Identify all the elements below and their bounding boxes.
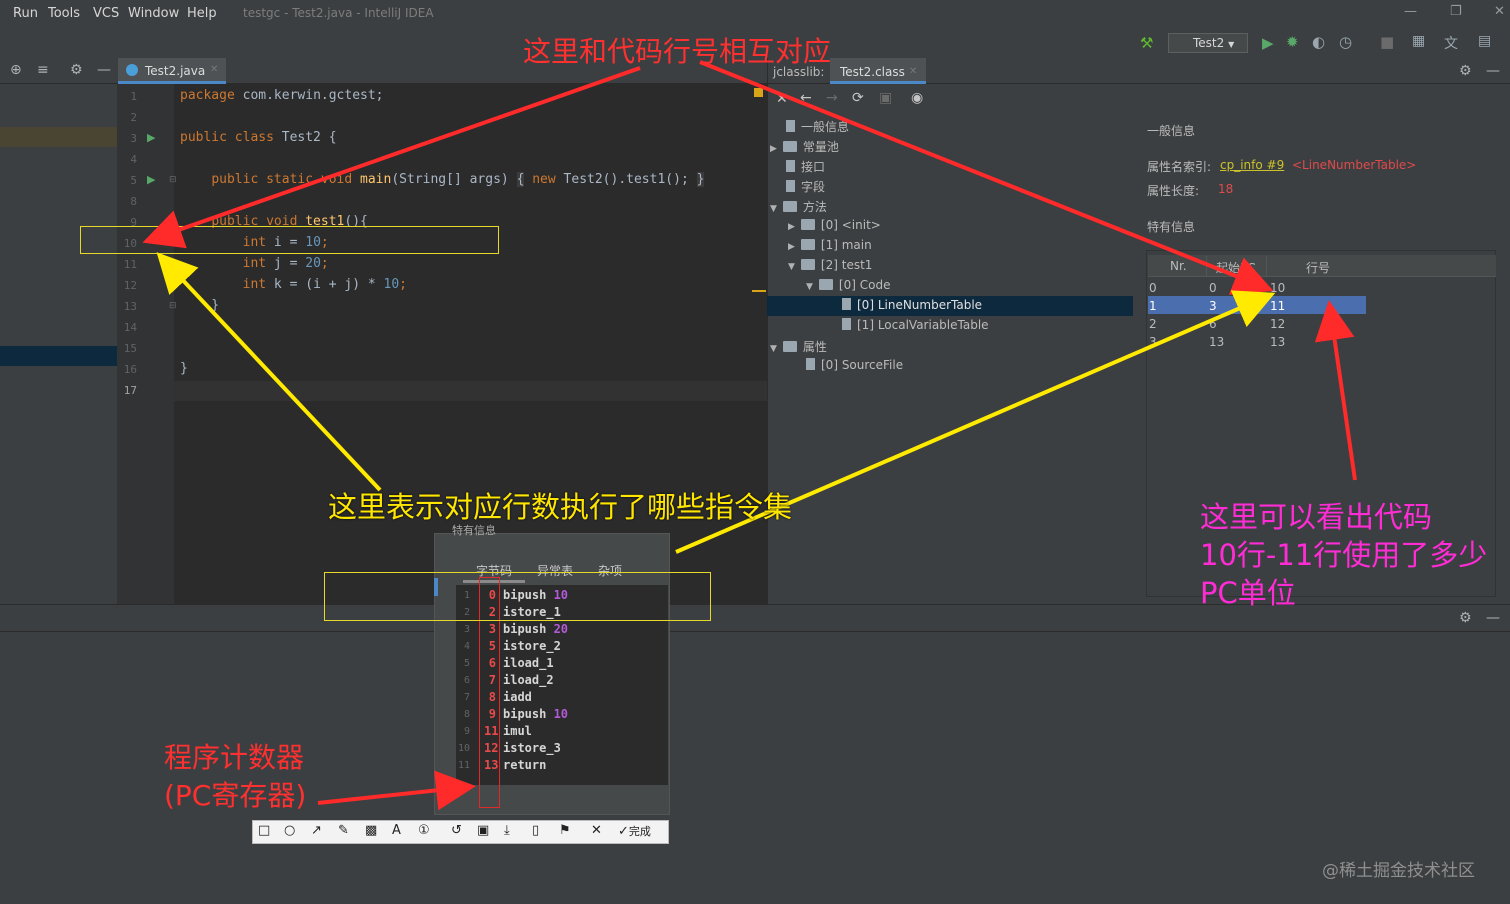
annotation-right-1: 这里可以看出代码 <box>1200 500 1433 534</box>
arrow-right-up <box>1314 300 1357 481</box>
annotation-bottom-1: 程序计数器 <box>164 741 305 774</box>
arrow-top-to-table <box>699 60 1274 295</box>
annotation-right-2: 10行-11行使用了多少 <box>1200 538 1488 572</box>
annotation-bottom-2: (PC寄存器) <box>164 779 307 812</box>
watermark: @稀土掘金技术社区 <box>1322 861 1475 881</box>
annotation-middle: 这里表示对应行数执行了哪些指令集 <box>328 490 793 524</box>
arrow-pc-register <box>317 770 476 811</box>
arrow-top-to-line <box>142 66 641 249</box>
arrow-mid-to-line <box>156 252 382 492</box>
annotation-top: 这里和代码行号相互对应 <box>523 35 832 68</box>
annotation-right-3: PC单位 <box>1200 576 1296 610</box>
